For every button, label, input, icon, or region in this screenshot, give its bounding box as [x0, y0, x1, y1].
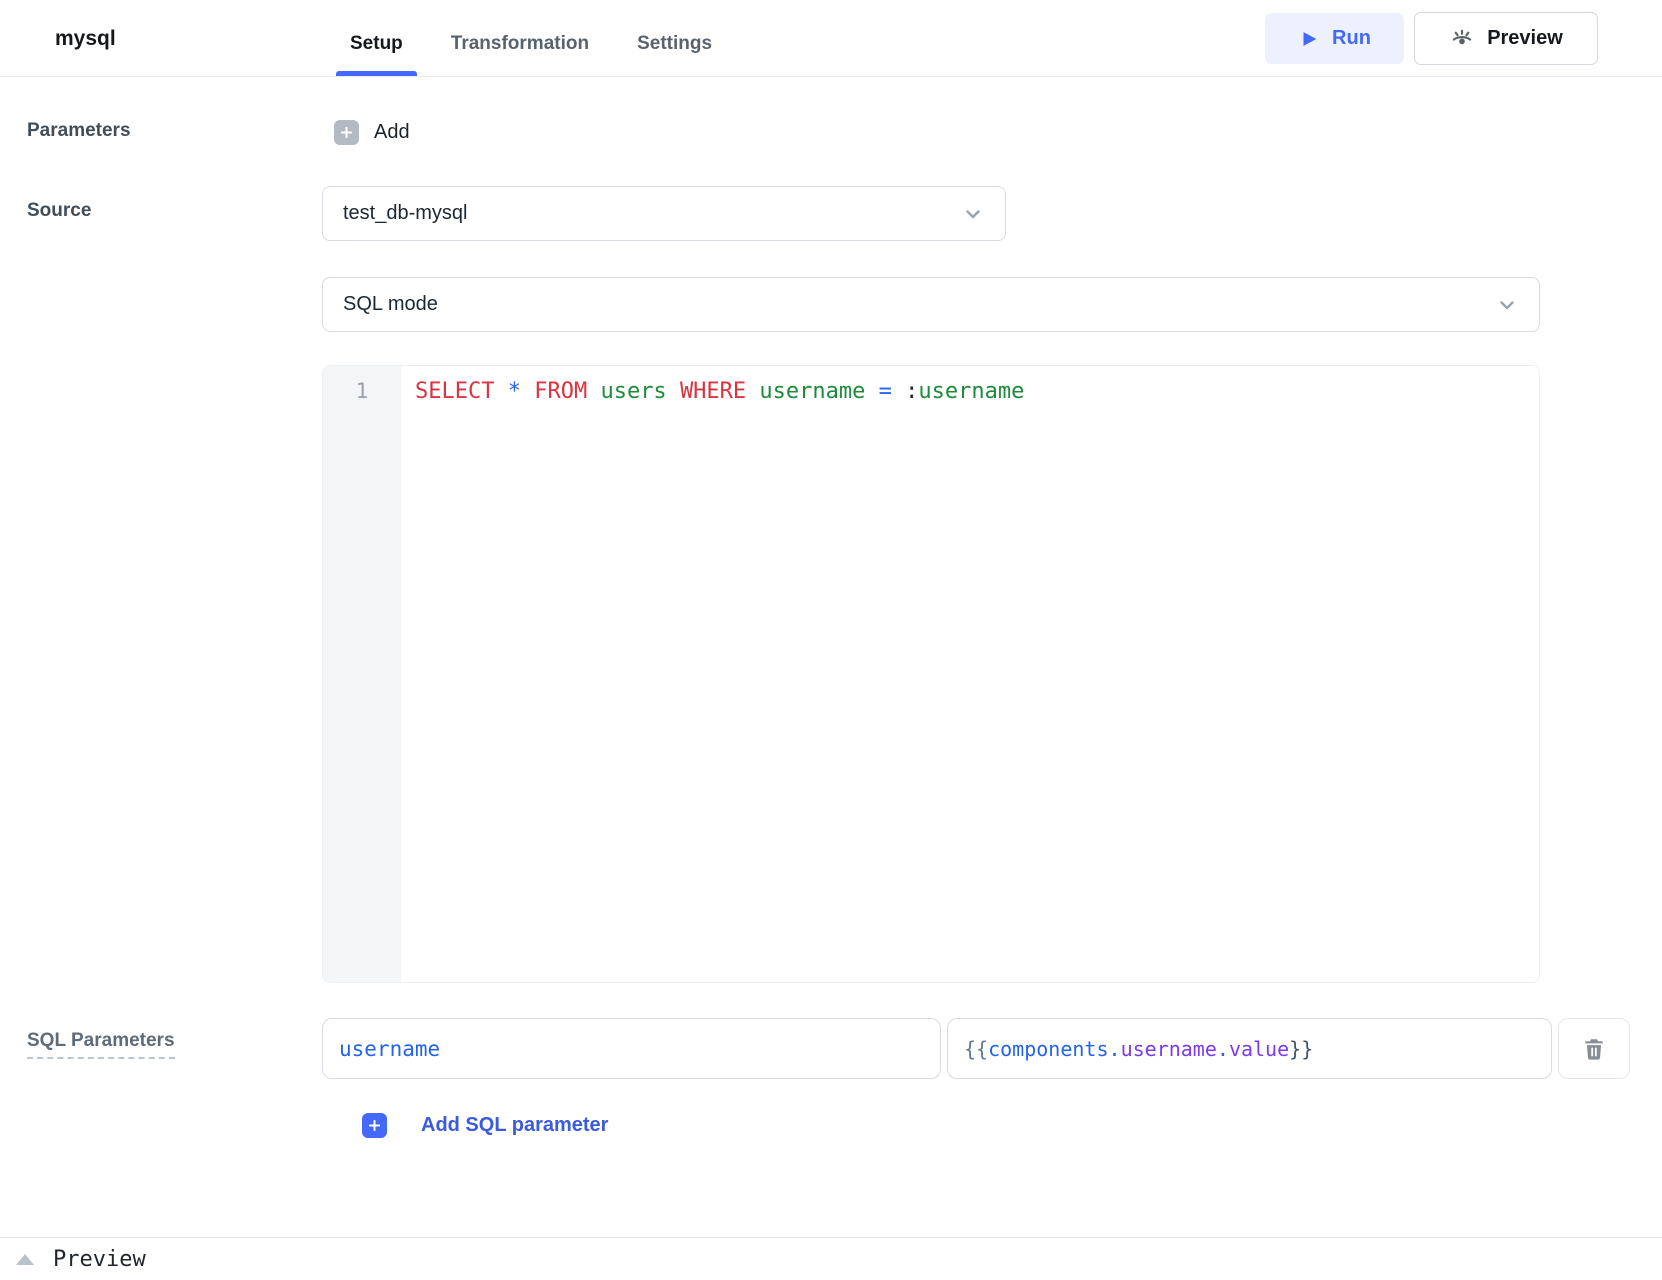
sql-parameter-row: {{components.username.value}}: [322, 1018, 1630, 1079]
source-label: Source: [27, 200, 91, 222]
sql-token: *: [508, 379, 535, 404]
value-token: {{: [964, 1037, 988, 1061]
source-select-value: test_db-mysql: [343, 202, 468, 225]
sql-parameters-label: SQL Parameters: [27, 1030, 175, 1059]
sql-token: =: [879, 379, 906, 404]
header-actions: Run Preview: [1265, 12, 1598, 65]
plus-icon: [334, 120, 359, 145]
add-parameter-label: Add: [374, 121, 410, 144]
chevron-down-icon: [961, 202, 985, 226]
editor-code-area[interactable]: SELECT * FROM users WHERE username = :us…: [401, 366, 1539, 982]
preview-button[interactable]: Preview: [1414, 12, 1598, 65]
play-icon: [1298, 28, 1320, 50]
value-token: .: [1109, 1037, 1121, 1061]
trash-icon: [1581, 1036, 1607, 1062]
sql-token: users: [600, 379, 679, 404]
parameters-label: Parameters: [27, 120, 131, 142]
sql-token: FROM: [534, 379, 600, 404]
plus-icon: [362, 1113, 387, 1138]
sql-token: username: [918, 379, 1024, 404]
line-number: 1: [323, 379, 401, 403]
value-token: .: [1217, 1037, 1229, 1061]
value-token: username: [1121, 1037, 1217, 1061]
query-editor-panel: mysql Setup Transformation Settings Run: [0, 0, 1662, 1280]
sql-token: WHERE: [680, 379, 759, 404]
delete-parameter-button[interactable]: [1558, 1018, 1630, 1079]
chevron-down-icon: [1495, 293, 1519, 317]
editor-gutter: 1: [323, 366, 401, 982]
sql-mode-select[interactable]: SQL mode: [322, 277, 1540, 332]
value-token: }}: [1289, 1037, 1313, 1061]
preview-panel-label: Preview: [53, 1247, 146, 1272]
tab-setup[interactable]: Setup: [348, 0, 405, 76]
add-parameter-button[interactable]: Add: [334, 120, 410, 145]
sql-code-editor[interactable]: 1 SELECT * FROM users WHERE username = :…: [322, 365, 1540, 983]
add-sql-parameter-label: Add SQL parameter: [421, 1114, 608, 1137]
value-token: components: [988, 1037, 1108, 1061]
source-select[interactable]: test_db-mysql: [322, 186, 1006, 241]
sql-token: SELECT: [415, 379, 508, 404]
sql-token: username: [759, 379, 878, 404]
run-button[interactable]: Run: [1265, 13, 1404, 64]
eye-icon: [1449, 26, 1475, 52]
query-title: mysql: [55, 27, 116, 51]
sql-parameter-value-input[interactable]: {{components.username.value}}: [947, 1018, 1552, 1079]
tab-transformation[interactable]: Transformation: [449, 0, 591, 76]
sql-mode-select-value: SQL mode: [343, 293, 438, 316]
sql-token: :: [905, 379, 918, 404]
run-button-label: Run: [1332, 27, 1371, 50]
collapse-triangle-icon[interactable]: [16, 1254, 34, 1265]
preview-panel-header[interactable]: Preview: [0, 1237, 1662, 1280]
preview-button-label: Preview: [1487, 27, 1563, 50]
sql-parameter-key-input[interactable]: [322, 1018, 941, 1079]
header: mysql Setup Transformation Settings Run: [0, 0, 1662, 77]
tab-settings[interactable]: Settings: [635, 0, 714, 76]
code-line: SELECT * FROM users WHERE username = :us…: [415, 379, 1539, 404]
tab-bar: Setup Transformation Settings: [348, 0, 714, 76]
value-token: value: [1229, 1037, 1289, 1061]
add-sql-parameter-button[interactable]: Add SQL parameter: [362, 1113, 608, 1138]
